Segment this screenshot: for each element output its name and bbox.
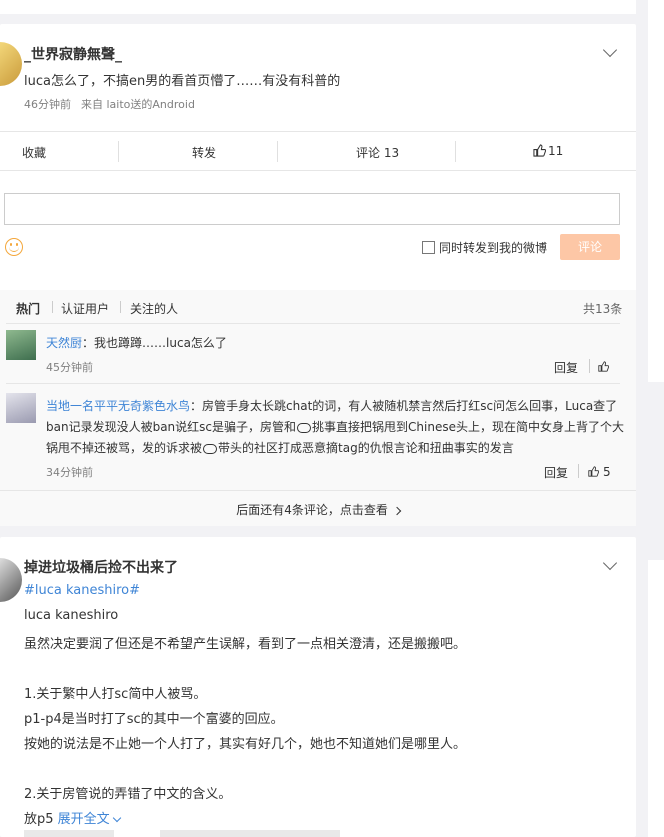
divider [118, 141, 119, 162]
post2-last-line: 放p5 展开全文 [24, 808, 121, 827]
chevron-down-icon[interactable] [112, 813, 121, 823]
post2-hashtag[interactable]: #luca kaneshiro# [24, 583, 140, 598]
post2-image-thumbnail[interactable] [24, 830, 114, 837]
comment2-line2: ban记录发现没人被ban说红sc是骗子，房管和 挑事直接把锅甩到Chinese头… [46, 418, 624, 435]
emoji-icon[interactable] [5, 238, 23, 256]
post2-line: 按她的说法是不止她一个人打了，其实有好几个，她也不知道她们是哪里人。 [24, 737, 467, 752]
chevron-right-icon [392, 506, 401, 515]
post2-line: 虽然决定要润了但还是不希望产生误解，看到了一点相关澄清，还是搬搬吧。 [24, 637, 467, 652]
comment2-text-2: ban记录发现没人被ban说红sc是骗子，房管和 [46, 420, 297, 434]
post2-line: 2.关于房管说的弄错了中文的含义。 [24, 787, 232, 802]
post1-source: 来自 laito送的Android [81, 98, 195, 111]
comment2-avatar[interactable] [6, 393, 36, 423]
previous-card-fragment [0, 0, 636, 14]
tab-hot[interactable]: 热门 [16, 300, 40, 317]
comment1-time: 45分钟前 [46, 361, 93, 374]
glasses-emoji-icon [297, 422, 312, 433]
comment-total: 共13条 [583, 302, 623, 316]
divider [277, 141, 278, 162]
post2-last-line-text: 放p5 [24, 812, 54, 827]
collect-button[interactable]: 收藏 [22, 144, 46, 161]
right-sidebar-fragment [648, 0, 664, 382]
divider [0, 490, 636, 491]
like-count[interactable]: 11 [548, 144, 563, 158]
more-comments-link[interactable]: 后面还有4条评论，点击查看 [0, 501, 636, 518]
tab-verified[interactable]: 认证用户 [61, 300, 109, 317]
comment1-reply-button[interactable]: 回复 [554, 359, 578, 376]
comment2-reply-button[interactable]: 回复 [544, 464, 568, 481]
comment1-text: 我也蹲蹲……luca怎么了 [94, 336, 227, 350]
comment2-time: 34分钟前 [46, 466, 93, 479]
divider [52, 301, 53, 313]
comment-button[interactable]: 评论 13 [356, 144, 399, 161]
comment2-like-icon[interactable] [588, 466, 599, 477]
comment1-colon: ： [82, 336, 95, 350]
comment1-like-icon[interactable] [598, 361, 609, 372]
post1-time[interactable]: 46分钟前 [24, 96, 71, 112]
divider [6, 383, 620, 384]
repost-button[interactable]: 转发 [192, 144, 216, 161]
post2-line: 1.关于繁中人打sc简中人被骂。 [24, 687, 207, 702]
comment2-text-2b: 挑事直接把锅甩到Chinese头上，现在简中女身上背了个大 [312, 420, 624, 434]
expand-full-text-link[interactable]: 展开全文 [58, 812, 110, 827]
post2-line: p1-p4是当时打了sc的其中一个富婆的回应。 [24, 712, 284, 727]
more-comments-label[interactable]: 后面还有4条评论，点击查看 [236, 503, 388, 517]
post1-content: luca怎么了，不搞en男的看首页懵了……有没有科普的 [24, 74, 341, 89]
comment2-text-1: 房管手身太长跳chat的词，有人被随机禁言然后打红sc问怎么回事，Luca查了 [202, 399, 618, 413]
divider [120, 301, 121, 313]
post1-action-bar: 收藏 转发 评论 13 11 [0, 131, 636, 171]
like-thumb-icon[interactable] [533, 144, 546, 157]
comment1-body: 天然厨：我也蹲蹲……luca怎么了 [46, 334, 227, 351]
divider [455, 141, 456, 162]
comment2-username[interactable]: 当地一名平平无奇紫色水鸟 [46, 399, 190, 413]
glasses-emoji-icon [203, 443, 218, 454]
post2-image-thumbnail[interactable] [160, 830, 340, 837]
comment2-line1: 当地一名平平无奇紫色水鸟：房管手身太长跳chat的词，有人被随机禁言然后打红sc… [46, 397, 617, 414]
comment-input[interactable] [4, 193, 620, 225]
comment2-line3: 锅甩不掉还被骂，发的诉求被 带头的社区打成恶意摘tag的仇恨言论和扭曲事实的发言 [46, 439, 514, 456]
divider [578, 464, 579, 478]
comment2-colon: ： [190, 399, 203, 413]
post2-username[interactable]: 掉进垃圾桶后捡不出来了 [24, 557, 178, 577]
repost-checkbox[interactable] [422, 241, 435, 254]
comment1-avatar[interactable] [6, 330, 36, 360]
right-sidebar-fragment-lower [648, 560, 664, 837]
comment1-username[interactable]: 天然厨 [46, 336, 82, 350]
comment2-text-3: 锅甩不掉还被骂，发的诉求被 [46, 441, 203, 455]
comment2-text-3b: 带头的社区打成恶意摘tag的仇恨言论和扭曲事实的发言 [218, 441, 514, 455]
repost-checkbox-label[interactable]: 同时转发到我的微博 [439, 239, 547, 256]
comment2-like-count[interactable]: 5 [603, 465, 611, 479]
divider [589, 359, 590, 373]
tab-following[interactable]: 关注的人 [130, 300, 178, 317]
divider [6, 323, 620, 324]
submit-comment-button[interactable]: 评论 [560, 234, 620, 260]
post1-username[interactable]: _世界寂静無聲_ [24, 44, 122, 64]
post2-line: luca kaneshiro [24, 608, 119, 623]
